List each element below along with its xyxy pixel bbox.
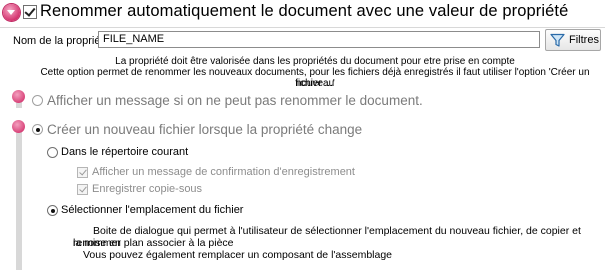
select-location-description-3: Vous pouvez également remplacer un compo… [83,249,393,261]
current-directory-radio[interactable] [47,147,58,158]
confirm-save-message-label: Afficher un message de confirmation d'en… [92,166,355,178]
create-new-file-radio[interactable] [32,124,43,135]
info-line-3: fichier ...' [295,78,335,89]
save-copy-as-label: Enregistrer copie-sous [92,183,203,195]
select-location-label: Sélectionner l'emplacement du fichier [61,204,244,216]
section-title: Renommer automatiquement le document ave… [40,2,569,20]
property-name-input[interactable] [98,31,540,48]
show-message-label: Afficher un message si on ne peut pas re… [47,93,423,108]
info-line-1: La propriété doit être valorisée dans le… [115,56,515,67]
save-copy-as-checkbox[interactable] [77,184,88,195]
header-divider [0,27,605,28]
funnel-icon [550,33,565,47]
option-marker-icon [12,120,25,133]
filters-button[interactable]: Filtres [545,29,601,51]
current-directory-label: Dans le répertoire courant [61,146,189,158]
option-marker-icon [12,90,25,103]
show-message-radio[interactable] [32,95,43,106]
create-new-file-label: Créer un nouveau fichier lorsque la prop… [47,122,363,137]
rename-enable-checkbox[interactable] [23,5,37,19]
collapse-toggle-icon[interactable] [3,4,20,21]
select-location-description-2: la mise en plan associer à la pièce [73,237,234,249]
confirm-save-message-checkbox[interactable] [77,167,88,178]
select-location-radio[interactable] [47,205,58,216]
option-rail [16,122,22,270]
filters-button-label: Filtres [569,34,599,46]
